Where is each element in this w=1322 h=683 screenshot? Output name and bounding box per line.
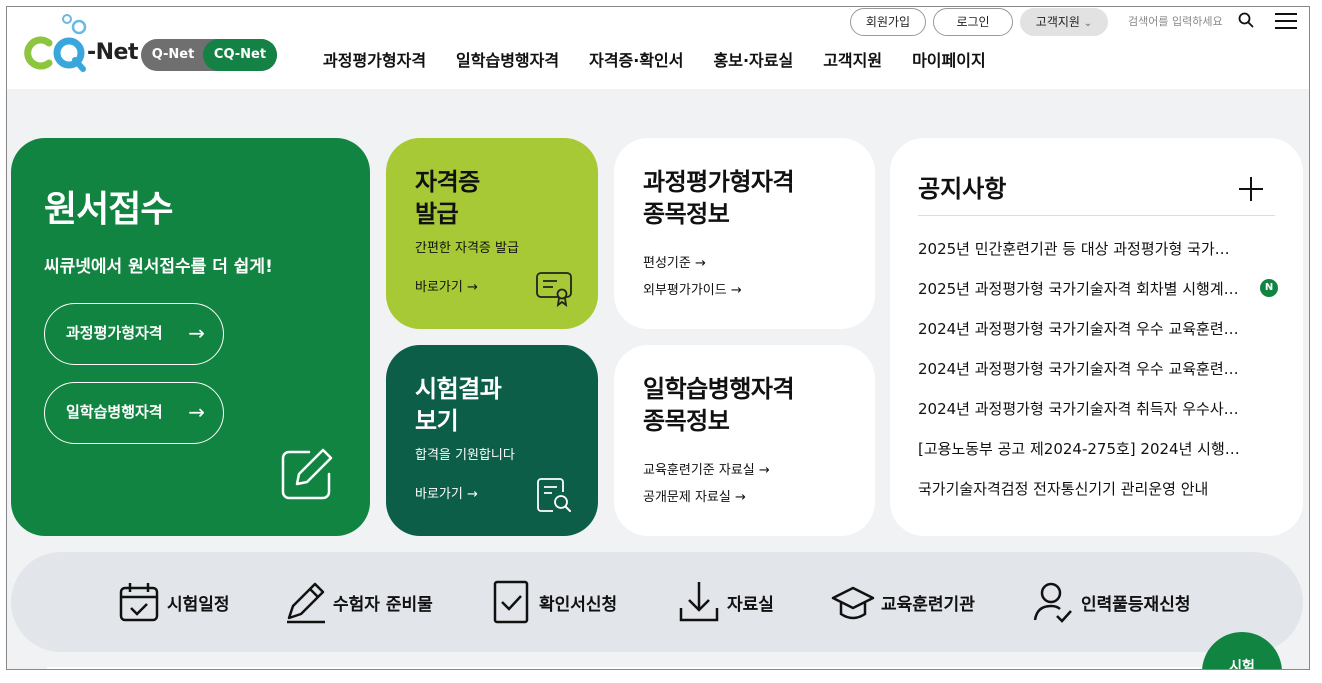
- notice-item[interactable]: 2024년 과정평가형 국가기술자격 우수 교육훈련기관 선정 결과: [918, 318, 1278, 358]
- apply-course-button[interactable]: 과정평가형자격 →: [44, 303, 224, 365]
- quick-library[interactable]: 자료실: [677, 552, 774, 652]
- q-net-tab[interactable]: Q-Net: [141, 39, 205, 71]
- course-info-title: 과정평가형자격 종목정보: [643, 166, 795, 230]
- certificate-title: 자격증 발급: [415, 166, 480, 230]
- exam-result-title: 시험결과 보기: [415, 373, 502, 437]
- quick-item-label: 교육훈련기관: [881, 594, 975, 615]
- logo-text: -Net: [87, 40, 138, 65]
- apply-worklearning-button[interactable]: 일학습병행자격 →: [44, 382, 224, 444]
- support-dropdown[interactable]: 고객지원 ⌄: [1020, 8, 1108, 36]
- external-eval-guide-link[interactable]: 외부평가가이드 →: [643, 279, 742, 298]
- new-badge: N: [1260, 279, 1278, 297]
- public-questions-library-link[interactable]: 공개문제 자료실 →: [643, 486, 746, 505]
- join-button[interactable]: 회원가입: [850, 8, 926, 36]
- notice-item[interactable]: 2024년 과정평가형 국가기술자격 우수 교육훈련기관 선정 안내: [918, 358, 1278, 398]
- chevron-down-icon: ⌄: [1083, 18, 1093, 29]
- nav-item-course-qualification[interactable]: 과정평가형자격: [323, 47, 426, 71]
- notice-item-text: 2024년 과정평가형 국가기술자격 취득자 우수사례 공모: [918, 400, 1243, 418]
- course-qualification-info-card: 과정평가형자격 종목정보 편성기준 → 외부평가가이드 →: [614, 138, 875, 329]
- work-learning-info-title-line1: 일학습병행자격: [643, 375, 795, 403]
- main-nav: 과정평가형자격 일학습병행자격 자격증·확인서 홍보·자료실 고객지원 마이페이…: [323, 47, 1016, 71]
- notice-item-text: 국가기술자격검정 전자통신기기 관리운영 안내: [918, 480, 1209, 498]
- browser-viewport: -Net Q-Net CQ-Net 과정평가형자격 일학습병행자격 자격증·확인…: [6, 6, 1310, 670]
- notice-item[interactable]: 국가기술자격검정 전자통신기기 관리운영 안내: [918, 478, 1278, 518]
- notice-item-text: [고용노동부 공고 제2024-275호] 2024년 시행계획 변경 공고: [918, 440, 1243, 458]
- certificate-title-line1: 자격증: [415, 168, 480, 196]
- application-subtitle: 씨큐넷에서 원서접수를 더 쉽게!: [44, 257, 273, 277]
- hamburger-menu-icon[interactable]: [1275, 13, 1297, 29]
- arrow-right-icon: →: [188, 321, 205, 345]
- user-check-icon: [1033, 582, 1072, 623]
- quick-menu-bar: 시험일정 수험자 준비물 확인서신청 자료실 교육훈련기관 인력풀등재신청: [11, 552, 1303, 652]
- nav-item-work-learning[interactable]: 일학습병행자격: [456, 47, 559, 71]
- next-section-edge: [47, 667, 1277, 669]
- notice-item-text: 2025년 과정평가형 국가기술자격 회차별 시행계획 안내: [918, 280, 1243, 298]
- document-search-icon: [537, 478, 571, 512]
- graduation-cap-icon: [831, 586, 875, 620]
- plus-icon[interactable]: [1238, 176, 1264, 202]
- notice-item-text: 2025년 민간훈련기관 등 대상 과정평가형 국가기술자격 운영 안내: [918, 240, 1243, 258]
- quick-exam-schedule[interactable]: 시험일정: [117, 552, 230, 652]
- notice-item-text: 2024년 과정평가형 국가기술자격 우수 교육훈련기관 선정 결과: [918, 320, 1243, 338]
- application-card: 원서접수 씨큐넷에서 원서접수를 더 쉽게! 과정평가형자격 → 일학습병행자격…: [11, 138, 370, 536]
- work-learning-info-card: 일학습병행자격 종목정보 교육훈련기준 자료실 → 공개문제 자료실 →: [614, 345, 875, 536]
- exam-result-subtitle: 합격을 기원합니다: [415, 448, 515, 463]
- exam-result-go-link[interactable]: 바로가기 →: [415, 483, 478, 502]
- checkbox-document-icon: [493, 580, 529, 624]
- site-switch-toggle: Q-Net CQ-Net: [141, 39, 277, 71]
- quick-item-label: 확인서신청: [539, 594, 618, 615]
- download-icon: [679, 582, 719, 622]
- quick-item-label: 수험자 준비물: [333, 594, 433, 615]
- apply-course-label: 과정평가형자격: [66, 324, 163, 342]
- notice-item[interactable]: 2025년 과정평가형 국가기술자격 회차별 시행계획 안내 N: [918, 278, 1278, 318]
- work-learning-info-title: 일학습병행자격 종목정보: [643, 373, 795, 437]
- course-info-title-line1: 과정평가형자격: [643, 168, 795, 196]
- nav-item-pr-library[interactable]: 홍보·자료실: [714, 47, 794, 71]
- notice-item-text: 2024년 과정평가형 국가기술자격 우수 교육훈련기관 선정 안내: [918, 360, 1243, 378]
- exam-result-title-line1: 시험결과: [415, 375, 502, 403]
- calendar-check-icon: [119, 583, 159, 622]
- nav-item-support[interactable]: 고객지원: [823, 47, 882, 71]
- quick-item-label: 자료실: [727, 594, 774, 615]
- quick-item-label: 인력풀등재신청: [1081, 594, 1191, 615]
- exam-result-card[interactable]: 시험결과 보기 합격을 기원합니다 바로가기 →: [386, 345, 598, 536]
- notice-item[interactable]: [고용노동부 공고 제2024-275호] 2024년 시행계획 변경 공고: [918, 438, 1278, 478]
- notice-divider: [918, 215, 1275, 216]
- certificate-subtitle: 간편한 자격증 발급: [415, 241, 519, 256]
- quick-item-label: 시험일정: [167, 594, 230, 615]
- edit-icon: [281, 448, 333, 500]
- quick-talent-pool-registration[interactable]: 인력풀등재신청: [1031, 552, 1190, 652]
- quick-confirmation-request[interactable]: 확인서신청: [489, 552, 617, 652]
- certificate-go-link[interactable]: 바로가기 →: [415, 276, 478, 295]
- notice-item[interactable]: 2024년 과정평가형 국가기술자격 취득자 우수사례 공모: [918, 398, 1278, 438]
- cq-net-tab[interactable]: CQ-Net: [203, 39, 277, 71]
- search-icon[interactable]: [1238, 12, 1254, 28]
- exam-result-title-line2: 보기: [415, 407, 459, 435]
- application-title: 원서접수: [44, 189, 173, 230]
- notice-list: 2025년 민간훈련기관 등 대상 과정평가형 국가기술자격 운영 안내 202…: [918, 238, 1278, 518]
- login-button[interactable]: 로그인: [933, 8, 1013, 36]
- support-dropdown-label: 고객지원: [1035, 15, 1080, 29]
- certificate-issue-card[interactable]: 자격증 발급 간편한 자격증 발급 바로가기 →: [386, 138, 598, 329]
- site-header: -Net Q-Net CQ-Net 과정평가형자격 일학습병행자격 자격증·확인…: [7, 7, 1309, 89]
- nav-item-certificates[interactable]: 자격증·확인서: [589, 47, 683, 71]
- nav-item-mypage[interactable]: 마이페이지: [912, 47, 986, 71]
- training-standard-library-link[interactable]: 교육훈련기준 자료실 →: [643, 459, 770, 478]
- notice-title: 공지사항: [918, 175, 1007, 203]
- notice-item[interactable]: 2025년 민간훈련기관 등 대상 과정평가형 국가기술자격 운영 안내: [918, 238, 1278, 278]
- course-info-title-line2: 종목정보: [643, 200, 730, 228]
- search-input[interactable]: 검색어를 입력하세요: [1128, 13, 1223, 29]
- certificate-title-line2: 발급: [415, 200, 459, 228]
- notice-card: 공지사항 2025년 민간훈련기관 등 대상 과정평가형 국가기술자격 운영 안…: [890, 138, 1303, 536]
- pencil-icon: [287, 582, 325, 624]
- arrow-right-icon: →: [188, 400, 205, 424]
- work-learning-info-title-line2: 종목정보: [643, 407, 730, 435]
- quick-examinee-supplies[interactable]: 수험자 준비물: [283, 552, 433, 652]
- curriculum-standard-link[interactable]: 편성기준 →: [643, 252, 706, 271]
- quick-training-institution[interactable]: 교육훈련기관: [831, 552, 975, 652]
- certificate-icon: [536, 272, 572, 307]
- apply-worklearning-label: 일학습병행자격: [66, 403, 163, 421]
